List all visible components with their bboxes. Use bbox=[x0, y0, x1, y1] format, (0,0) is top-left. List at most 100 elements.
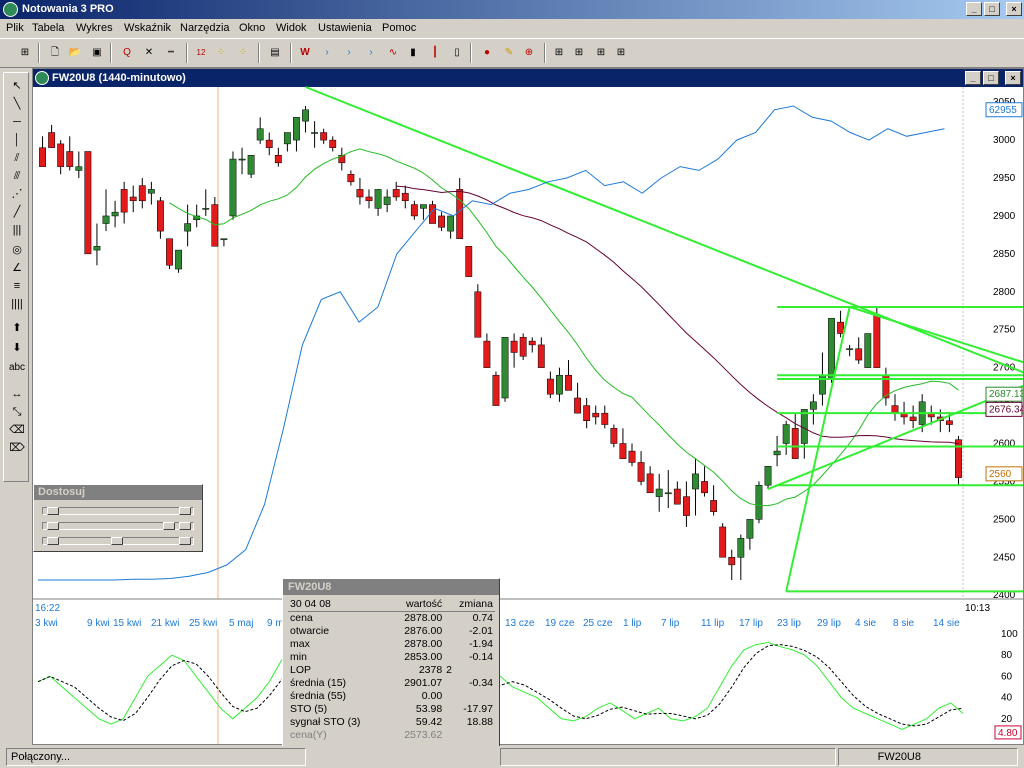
numbers-icon[interactable]: 12 bbox=[192, 44, 210, 62]
candle bbox=[147, 189, 155, 194]
menu-okno[interactable]: Okno bbox=[239, 22, 265, 34]
drawing-toolbar: ↖ ╲ ─ │ ⫽ ⫻ ⋰ ╱ ||| ◎ ∠ ≡ |||| ⬆ ⬇ abc ↔… bbox=[3, 72, 29, 482]
fan-tool-icon[interactable]: ⋰ bbox=[6, 185, 28, 203]
line-chart-icon[interactable]: ∿ bbox=[384, 44, 402, 62]
vline-tool-icon[interactable]: │ bbox=[6, 131, 28, 149]
slider-3-mid-thumb[interactable] bbox=[111, 537, 123, 545]
layout3-icon[interactable]: ⊞ bbox=[592, 44, 610, 62]
text-tool[interactable]: abc bbox=[6, 359, 28, 377]
slider-1-right-thumb[interactable] bbox=[179, 507, 191, 515]
menu-widok[interactable]: Widok bbox=[276, 22, 307, 34]
candle-icon[interactable]: ▯ bbox=[448, 44, 466, 62]
price-chart[interactable]: 3050300029502900285028002750270026502600… bbox=[33, 69, 1023, 744]
candle bbox=[519, 337, 527, 357]
stretch-icon[interactable]: ↔ bbox=[6, 385, 28, 403]
candle bbox=[220, 238, 228, 240]
candle bbox=[293, 117, 300, 141]
minimize-button[interactable]: _ bbox=[966, 2, 982, 16]
close-button[interactable]: × bbox=[1006, 2, 1022, 16]
candle bbox=[48, 132, 56, 148]
menu-narzedzia[interactable]: Narzędzia bbox=[180, 22, 230, 34]
arrow-down-icon[interactable]: ⬇ bbox=[6, 339, 28, 357]
menu-tabela[interactable]: Tabela bbox=[32, 22, 64, 34]
ohlc-icon[interactable]: ┃ bbox=[426, 44, 444, 62]
toolbar-separator bbox=[110, 43, 112, 63]
eraser-icon[interactable]: ⌫ bbox=[6, 421, 28, 439]
layout1-icon[interactable]: ⊞ bbox=[550, 44, 568, 62]
candle bbox=[510, 340, 518, 353]
search-icon[interactable]: Q bbox=[118, 44, 136, 62]
signal-icon[interactable]: ● bbox=[478, 44, 496, 62]
add-indicator-icon[interactable]: ▤ bbox=[266, 44, 284, 62]
menu-wykres[interactable]: Wykres bbox=[76, 22, 113, 34]
parallel-tool-icon[interactable]: ⫻ bbox=[6, 167, 28, 185]
last-price-label: 2560 bbox=[989, 469, 1012, 480]
zoom-icon[interactable]: ⊕ bbox=[520, 44, 538, 62]
slider-2-right-thumb[interactable] bbox=[179, 522, 191, 530]
pin-icon[interactable]: ✎ bbox=[500, 44, 518, 62]
candle bbox=[392, 189, 400, 198]
cycles-tool-icon[interactable]: ||| bbox=[6, 221, 28, 239]
trend-tool-icon[interactable]: ╱ bbox=[6, 203, 28, 221]
shrink-icon[interactable]: ⤡ bbox=[6, 403, 28, 421]
info-value: 2876.00 bbox=[404, 625, 443, 637]
pointer-icon[interactable]: ↖ bbox=[6, 77, 28, 95]
line-tool-icon[interactable]: ╲ bbox=[6, 95, 28, 113]
candle bbox=[764, 466, 772, 486]
arrow-blue-icon[interactable]: › bbox=[318, 44, 336, 62]
ruler-icon[interactable]: ┅ bbox=[162, 44, 180, 62]
menu-ustawienia[interactable]: Ustawienia bbox=[318, 22, 372, 34]
candle bbox=[791, 428, 799, 459]
grid-icon[interactable]: ⊞ bbox=[16, 44, 34, 62]
x-tick-label: 21 kwi bbox=[151, 618, 179, 629]
slider-1[interactable] bbox=[42, 507, 194, 515]
layout4-icon[interactable]: ⊞ bbox=[612, 44, 630, 62]
save-icon[interactable]: ▣ bbox=[88, 44, 106, 62]
candle bbox=[238, 158, 246, 161]
channel-tool-icon[interactable]: ⫽ bbox=[6, 149, 28, 167]
layout2-icon[interactable]: ⊞ bbox=[570, 44, 588, 62]
info-value: 2878.00 bbox=[404, 638, 443, 650]
fib-time-icon[interactable]: |||| bbox=[6, 295, 28, 313]
new-icon[interactable]: 🗋 bbox=[46, 44, 64, 62]
candle bbox=[329, 139, 337, 148]
delete-icon[interactable]: ✕ bbox=[140, 44, 158, 62]
candle bbox=[610, 428, 618, 444]
arrow-blue3-icon[interactable]: › bbox=[362, 44, 380, 62]
slider-3-left-thumb[interactable] bbox=[47, 537, 59, 545]
status-symbol: FW20U8 bbox=[838, 748, 1018, 766]
candle bbox=[728, 557, 736, 566]
candle bbox=[492, 374, 500, 406]
eraser-all-icon[interactable]: ⌦ bbox=[6, 439, 28, 457]
slider-3-right-thumb[interactable] bbox=[179, 537, 191, 545]
wl-icon[interactable]: W bbox=[296, 44, 314, 62]
toolbar-separator bbox=[290, 43, 292, 63]
candle bbox=[365, 196, 373, 202]
slider-2[interactable] bbox=[42, 522, 194, 530]
fib-fan-icon[interactable]: ∠ bbox=[6, 259, 28, 277]
slider-1-left-thumb[interactable] bbox=[47, 507, 59, 515]
candle bbox=[655, 488, 663, 497]
y-tick-label: 2850 bbox=[993, 249, 1016, 260]
slider-2-mid-thumb[interactable] bbox=[163, 522, 175, 530]
open-icon[interactable]: 📂 bbox=[66, 44, 84, 62]
slider-3[interactable] bbox=[42, 537, 194, 545]
candle bbox=[456, 189, 464, 239]
maximize-button[interactable]: □ bbox=[984, 2, 1000, 16]
menu-wskaznik[interactable]: Wskaźnik bbox=[124, 22, 171, 34]
arrow-blue2-icon[interactable]: › bbox=[340, 44, 358, 62]
arc-tool-icon[interactable]: ◎ bbox=[6, 241, 28, 259]
indicator2-icon[interactable]: ⁘ bbox=[234, 44, 252, 62]
indicator-icon[interactable]: ⁘ bbox=[212, 44, 230, 62]
hline-tool-icon[interactable]: ─ bbox=[6, 113, 28, 131]
candle bbox=[592, 412, 600, 418]
bar-chart-icon[interactable]: ▮ bbox=[404, 44, 422, 62]
candle bbox=[719, 526, 727, 558]
candle bbox=[746, 519, 754, 539]
status-middle bbox=[500, 748, 836, 766]
fib-retrace-icon[interactable]: ≡ bbox=[6, 277, 28, 295]
slider-2-left-thumb[interactable] bbox=[47, 522, 59, 530]
arrow-up-icon[interactable]: ⬆ bbox=[6, 319, 28, 337]
menu-pomoc[interactable]: Pomoc bbox=[382, 22, 416, 34]
menu-plik[interactable]: Plik bbox=[6, 22, 24, 34]
